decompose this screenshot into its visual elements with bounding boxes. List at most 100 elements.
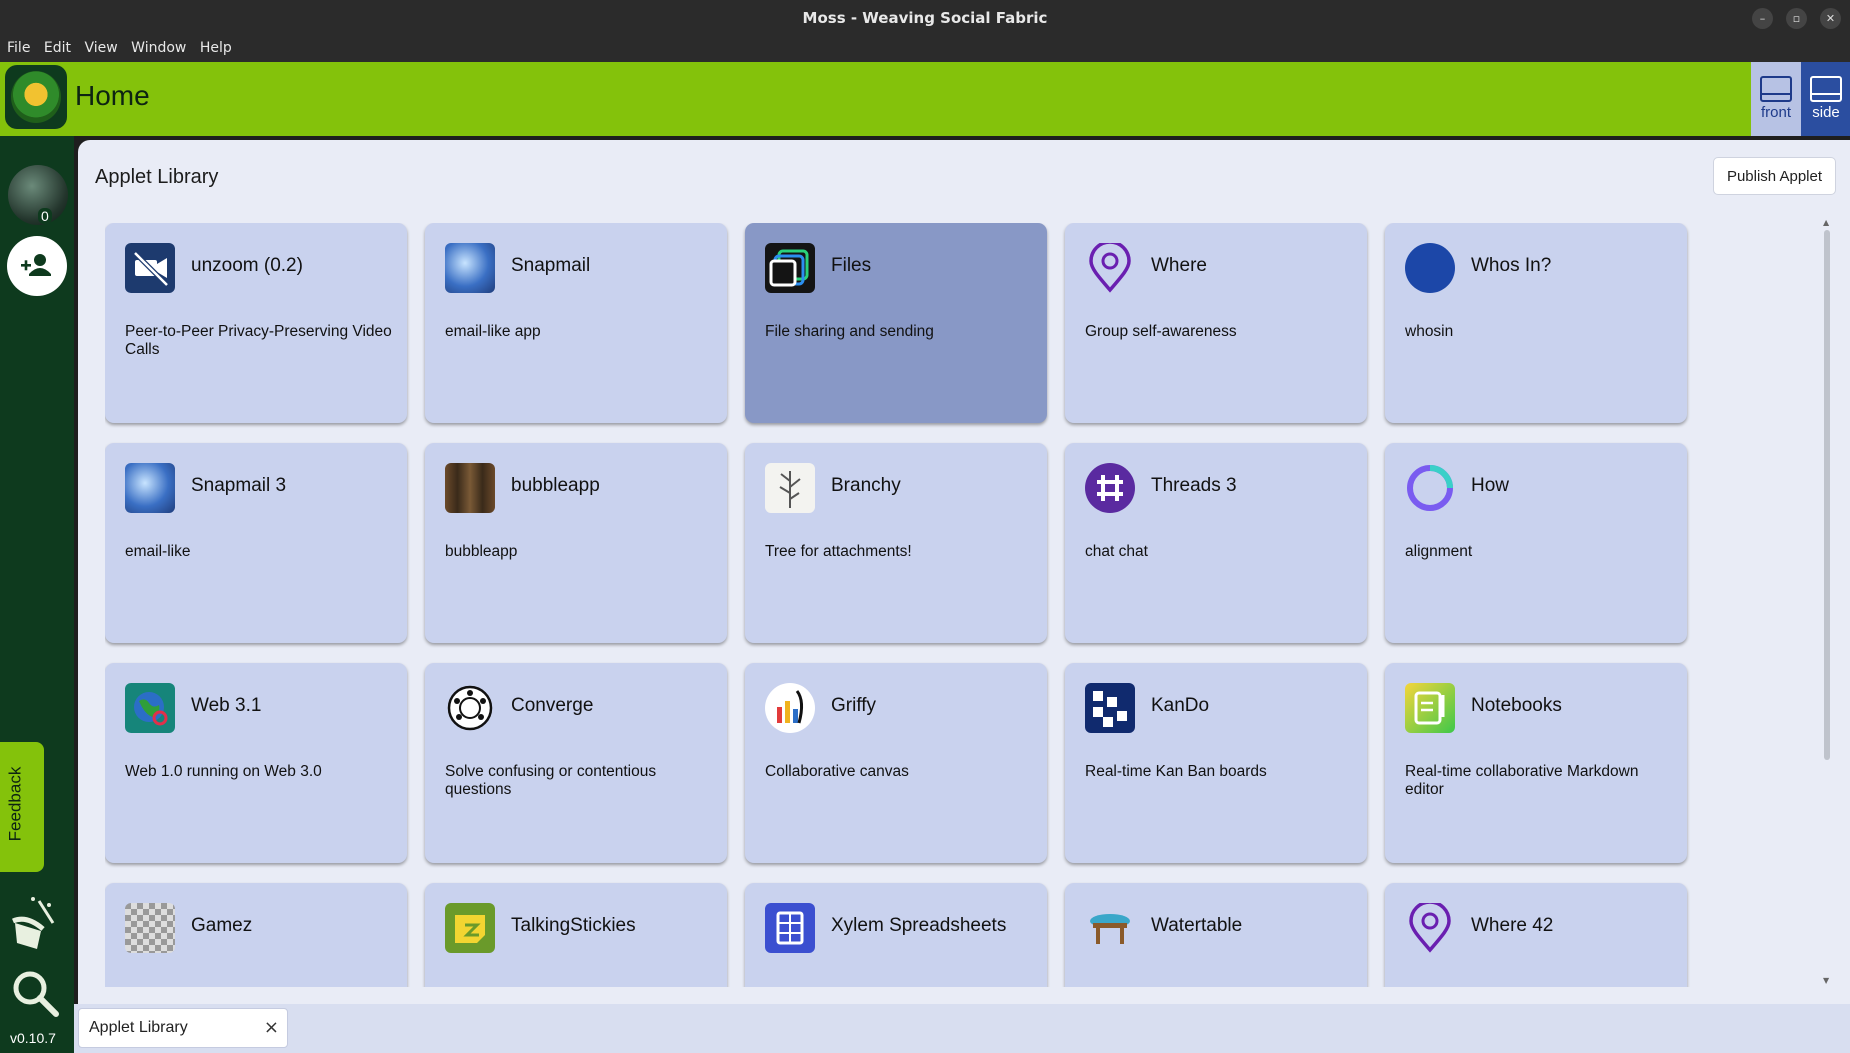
applet-name: Gamez: [191, 915, 253, 936]
whos-in-icon: [1405, 243, 1455, 293]
sticky-note-icon: [445, 903, 495, 953]
add-people-icon: [21, 254, 51, 276]
branch-icon: [765, 463, 815, 513]
applet-description: alignment: [1405, 543, 1473, 560]
close-tab-icon[interactable]: ×: [264, 1017, 279, 1038]
applet-name: How: [1471, 475, 1510, 496]
kanban-icon: [1085, 683, 1135, 733]
minimize-button[interactable]: –: [1752, 8, 1773, 29]
moss-logo-icon[interactable]: [5, 65, 67, 129]
applet-card[interactable]: Converge Solve confusing or contentious …: [425, 663, 727, 863]
front-view-toggle[interactable]: front: [1751, 62, 1801, 136]
applet-description: Web 1.0 running on Web 3.0: [125, 763, 322, 780]
applet-card[interactable]: KanDo Real-time Kan Ban boards: [1065, 663, 1367, 863]
menu-bar: File Edit View Window Help: [0, 37, 1850, 62]
applet-description: Tree for attachments!: [765, 543, 912, 560]
table-icon: [1085, 903, 1135, 953]
applet-library-panel: Applet Library Publish Applet unzoom (0.…: [78, 140, 1850, 1004]
applet-name: Files: [831, 255, 872, 276]
applet-name: KanDo: [1151, 695, 1210, 716]
applet-description: Collaborative canvas: [765, 763, 909, 780]
applet-description: File sharing and sending: [765, 323, 934, 340]
applet-name: Notebooks: [1471, 695, 1562, 716]
video-off-icon: [125, 243, 175, 293]
checker-icon: [125, 903, 175, 953]
side-view-label: side: [1812, 104, 1840, 121]
applet-card[interactable]: TalkingStickies: [425, 883, 727, 987]
applet-description: chat chat: [1085, 543, 1148, 560]
applet-name: bubbleapp: [511, 475, 600, 496]
tab-label: Applet Library: [89, 1019, 188, 1036]
applet-name: Web 3.1: [191, 695, 262, 716]
applet-name: Where: [1151, 255, 1207, 276]
menu-view[interactable]: View: [84, 37, 117, 56]
window-titlebar: Moss - Weaving Social Fabric – ▫ ✕: [0, 0, 1850, 37]
snapmail-icon: [445, 243, 495, 293]
applet-grid: unzoom (0.2) Peer-to-Peer Privacy-Preser…: [105, 223, 1785, 987]
applet-card[interactable]: bubbleapp bubbleapp: [425, 443, 727, 643]
snapmail-icon: [125, 463, 175, 513]
spreadsheet-icon: [765, 903, 815, 953]
applet-description: Solve confusing or contentious questions: [445, 763, 657, 798]
magic-hat-icon[interactable]: [9, 893, 65, 953]
side-view-toggle[interactable]: side: [1801, 62, 1850, 136]
applet-card[interactable]: Threads 3 chat chat: [1065, 443, 1367, 643]
feedback-label: Feedback: [5, 766, 25, 842]
applet-grid-scrollbar[interactable]: ▲ ▼: [1821, 218, 1833, 988]
applet-card[interactable]: Files File sharing and sending: [745, 223, 1047, 423]
menu-edit[interactable]: Edit: [44, 37, 71, 56]
applet-card[interactable]: Notebooks Real-time collaborative Markdo…: [1385, 663, 1687, 863]
applet-description: Group self-awareness: [1085, 323, 1237, 340]
applet-card[interactable]: unzoom (0.2) Peer-to-Peer Privacy-Preser…: [105, 223, 407, 423]
applet-description: Real-time collaborative Markdown editor: [1405, 763, 1639, 798]
close-window-button[interactable]: ✕: [1820, 8, 1841, 29]
applet-card[interactable]: Watertable: [1065, 883, 1367, 987]
scroll-up-arrow-icon[interactable]: ▲: [1823, 218, 1829, 227]
scroll-down-arrow-icon[interactable]: ▼: [1823, 976, 1829, 985]
page-title: Home: [75, 80, 150, 111]
applet-card[interactable]: How alignment: [1385, 443, 1687, 643]
applet-name: TalkingStickies: [511, 915, 636, 936]
window-title: Moss - Weaving Social Fabric: [802, 9, 1048, 27]
applet-card[interactable]: Where 42: [1385, 883, 1687, 987]
globe-icon: [125, 683, 175, 733]
applet-name: Branchy: [831, 475, 901, 496]
add-group-button[interactable]: [7, 236, 67, 296]
applet-card[interactable]: Griffy Collaborative canvas: [745, 663, 1047, 863]
applet-description: email-like app: [445, 323, 541, 340]
search-icon[interactable]: [10, 968, 60, 1018]
applet-card[interactable]: Web 3.1 Web 1.0 running on Web 3.0: [105, 663, 407, 863]
menu-file[interactable]: File: [7, 37, 30, 56]
version-label: v0.10.7: [10, 1030, 56, 1046]
group-member-count: 0: [38, 208, 52, 224]
applet-name: Watertable: [1151, 915, 1243, 936]
applet-card[interactable]: Xylem Spreadsheets: [745, 883, 1047, 987]
applet-card[interactable]: Branchy Tree for attachments!: [745, 443, 1047, 643]
front-panel-icon: [1760, 76, 1792, 102]
bubbleapp-icon: [445, 463, 495, 513]
applet-description: whosin: [1405, 323, 1454, 340]
menu-help[interactable]: Help: [200, 37, 232, 56]
menu-window[interactable]: Window: [131, 37, 186, 56]
applet-name: Where 42: [1471, 915, 1554, 936]
applet-library-tab[interactable]: Applet Library ×: [78, 1008, 288, 1048]
restore-button[interactable]: ▫: [1786, 8, 1807, 29]
applet-card[interactable]: Snapmail 3 email-like: [105, 443, 407, 643]
applet-name: Griffy: [831, 695, 877, 716]
bottom-tab-bar: Applet Library ×: [74, 1004, 1850, 1053]
applet-description: email-like: [125, 543, 191, 560]
paint-icon: [765, 683, 815, 733]
applet-card[interactable]: Snapmail email-like app: [425, 223, 727, 423]
applet-name: Converge: [511, 695, 594, 716]
scrollbar-thumb[interactable]: [1824, 230, 1830, 760]
applet-card[interactable]: Gamez: [105, 883, 407, 987]
location-pin-icon: [1085, 240, 1135, 293]
applet-card[interactable]: Whos In? whosin: [1385, 223, 1687, 423]
front-view-label: front: [1760, 104, 1791, 121]
feedback-button[interactable]: Feedback: [0, 742, 44, 872]
applet-name: Xylem Spreadsheets: [831, 915, 1007, 936]
applet-card[interactable]: Where Group self-awareness: [1065, 223, 1367, 423]
applet-description: Real-time Kan Ban boards: [1085, 763, 1267, 780]
ring-icon: [1405, 463, 1455, 513]
publish-applet-button[interactable]: Publish Applet: [1713, 157, 1836, 195]
